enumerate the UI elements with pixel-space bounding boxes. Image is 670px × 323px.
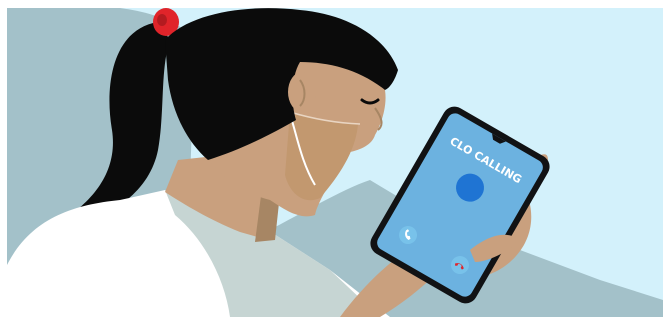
illustration: CLO CALLING [0,0,670,323]
ear [288,72,316,112]
